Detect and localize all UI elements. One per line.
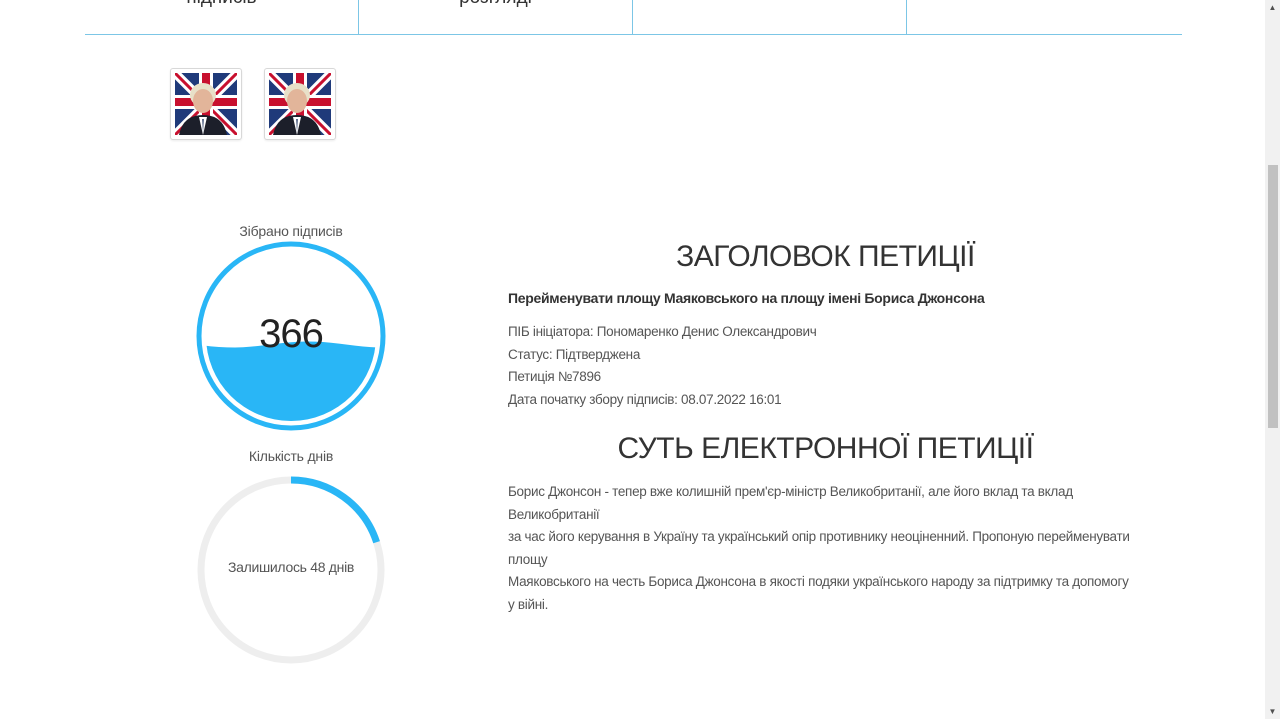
boris-johnson-photo-icon [269, 73, 331, 135]
essence-heading: СУТЬ ЕЛЕКТРОННОЇ ПЕТИЦІЇ [617, 432, 1034, 465]
days-gauge-progress [290, 476, 380, 544]
tab-label: розгляді [359, 0, 632, 9]
tab-empty [633, 0, 907, 34]
petition-heading: ЗАГОЛОВОК ПЕТИЦІЇ [676, 240, 975, 273]
tab-empty [907, 0, 1181, 34]
tab-label: підписів [85, 0, 358, 9]
petition-number: Петиція №7896 [508, 369, 601, 384]
scroll-down-arrow-icon[interactable]: ▼ [1265, 704, 1280, 719]
signatures-count: 366 [259, 312, 324, 356]
essence-text: Борис Джонсон - тепер вже колишній прем'… [508, 481, 1138, 616]
petition-name: Перейменувати площу Маяковського на площ… [508, 290, 985, 306]
days-remaining-label: Залишилось 48 днів [227, 559, 355, 575]
petition-image-thumbnail[interactable] [170, 68, 242, 140]
stats-tabs: підписів розгляді [85, 0, 1182, 35]
tab-signatures[interactable]: підписів [85, 0, 359, 34]
tab-consideration[interactable]: розгляді [359, 0, 633, 34]
scrollbar-thumb[interactable] [1268, 165, 1278, 428]
page-scrollbar[interactable]: ▲ ▼ [1265, 0, 1280, 719]
scroll-up-arrow-icon[interactable]: ▲ [1265, 0, 1280, 15]
signatures-title: Зібрано підписів [239, 223, 343, 239]
petition-image-thumbnail[interactable] [264, 68, 336, 140]
petition-status: Статус: Підтверджена [508, 347, 641, 362]
essence-line: Маяковського на честь Бориса Джонсона в … [508, 574, 1129, 612]
essence-line: за час його керування в Україну та украї… [508, 529, 1130, 567]
days-title: Кількість днів [248, 448, 334, 464]
petition-start-date: Дата початку збору підписів: 08.07.2022 … [508, 392, 782, 407]
boris-johnson-photo-icon [175, 73, 237, 135]
petition-initiator: ПІБ ініціатора: Пономаренко Денис Олекса… [508, 324, 817, 339]
essence-line: Борис Джонсон - тепер вже колишній прем'… [508, 484, 1073, 522]
